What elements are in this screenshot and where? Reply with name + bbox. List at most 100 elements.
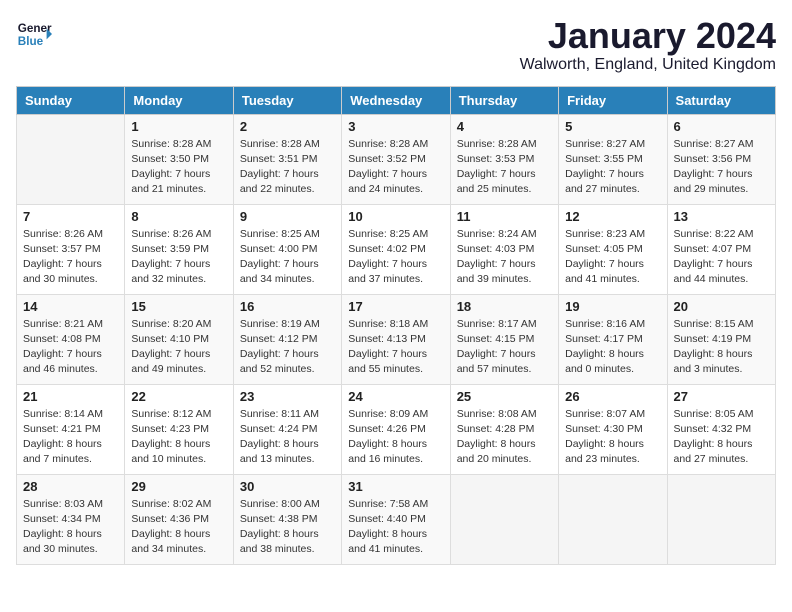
calendar-cell: 7Sunrise: 8:26 AMSunset: 3:57 PMDaylight… bbox=[17, 204, 125, 294]
day-number: 3 bbox=[348, 119, 443, 134]
day-number: 24 bbox=[348, 389, 443, 404]
day-info: Sunrise: 8:22 AMSunset: 4:07 PMDaylight:… bbox=[674, 227, 769, 288]
day-info: Sunrise: 8:18 AMSunset: 4:13 PMDaylight:… bbox=[348, 317, 443, 378]
header-saturday: Saturday bbox=[667, 86, 775, 114]
location-title: Walworth, England, United Kingdom bbox=[520, 56, 776, 74]
calendar-cell: 23 Sunrise: 8:11 AMSunset: 4:24 PMDayligh… bbox=[233, 384, 341, 474]
week-row-5: 28Sunrise: 8:03 AMSunset: 4:34 PMDayligh… bbox=[17, 474, 776, 564]
day-info: Sunrise: 8:26 AMSunset: 3:59 PMDaylight:… bbox=[131, 227, 226, 288]
day-number: 13 bbox=[674, 209, 769, 224]
day-info: Sunrise: 8:12 AMSunset: 4:23 PMDaylight:… bbox=[131, 407, 226, 468]
day-info: Sunrise: 8:17 AMSunset: 4:15 PMDaylight:… bbox=[457, 317, 552, 378]
day-number: 26 bbox=[565, 389, 660, 404]
day-info: Sunrise: 8:11 AMSunset: 4:24 PMDaylight:… bbox=[240, 407, 335, 468]
day-info: Sunrise: 8:00 AMSunset: 4:38 PMDaylight:… bbox=[240, 497, 335, 558]
header-tuesday: Tuesday bbox=[233, 86, 341, 114]
calendar-cell bbox=[450, 474, 558, 564]
day-info: Sunrise: 8:05 AMSunset: 4:32 PMDaylight:… bbox=[674, 407, 769, 468]
header-wednesday: Wednesday bbox=[342, 86, 450, 114]
month-title: January 2024 bbox=[520, 16, 776, 56]
day-number: 16 bbox=[240, 299, 335, 314]
calendar-cell: 2 Sunrise: 8:28 AMSunset: 3:51 PMDaylight… bbox=[233, 114, 341, 204]
day-number: 22 bbox=[131, 389, 226, 404]
day-number: 20 bbox=[674, 299, 769, 314]
week-row-4: 21 Sunrise: 8:14 AMSunset: 4:21 PMDayligh… bbox=[17, 384, 776, 474]
day-number: 19 bbox=[565, 299, 660, 314]
day-info: Sunrise: 8:19 AMSunset: 4:12 PMDaylight:… bbox=[240, 317, 335, 378]
calendar-cell: 6Sunrise: 8:27 AMSunset: 3:56 PMDaylight… bbox=[667, 114, 775, 204]
day-number: 10 bbox=[348, 209, 443, 224]
day-number: 17 bbox=[348, 299, 443, 314]
calendar-cell: 13 Sunrise: 8:22 AMSunset: 4:07 PMDayligh… bbox=[667, 204, 775, 294]
calendar-cell: 10 Sunrise: 8:25 AMSunset: 4:02 PMDayligh… bbox=[342, 204, 450, 294]
calendar-cell: 3 Sunrise: 8:28 AMSunset: 3:52 PMDaylight… bbox=[342, 114, 450, 204]
calendar-cell: 29Sunrise: 8:02 AMSunset: 4:36 PMDayligh… bbox=[125, 474, 233, 564]
day-number: 11 bbox=[457, 209, 552, 224]
calendar-cell: 12Sunrise: 8:23 AMSunset: 4:05 PMDayligh… bbox=[559, 204, 667, 294]
calendar-cell: 8 Sunrise: 8:26 AMSunset: 3:59 PMDaylight… bbox=[125, 204, 233, 294]
day-number: 4 bbox=[457, 119, 552, 134]
svg-text:Blue: Blue bbox=[18, 35, 44, 48]
day-number: 28 bbox=[23, 479, 118, 494]
day-number: 23 bbox=[240, 389, 335, 404]
day-info: Sunrise: 8:14 AMSunset: 4:21 PMDaylight:… bbox=[23, 407, 118, 468]
day-number: 12 bbox=[565, 209, 660, 224]
header-monday: Monday bbox=[125, 86, 233, 114]
calendar-cell bbox=[559, 474, 667, 564]
calendar-cell bbox=[17, 114, 125, 204]
day-number: 9 bbox=[240, 209, 335, 224]
header-thursday: Thursday bbox=[450, 86, 558, 114]
day-info: Sunrise: 8:28 AMSunset: 3:50 PMDaylight:… bbox=[131, 137, 226, 198]
calendar-cell: 28Sunrise: 8:03 AMSunset: 4:34 PMDayligh… bbox=[17, 474, 125, 564]
calendar-cell: 27Sunrise: 8:05 AMSunset: 4:32 PMDayligh… bbox=[667, 384, 775, 474]
day-number: 2 bbox=[240, 119, 335, 134]
day-number: 31 bbox=[348, 479, 443, 494]
day-number: 30 bbox=[240, 479, 335, 494]
day-number: 29 bbox=[131, 479, 226, 494]
day-number: 5 bbox=[565, 119, 660, 134]
calendar-cell: 15 Sunrise: 8:20 AMSunset: 4:10 PMDayligh… bbox=[125, 294, 233, 384]
calendar-cell: 22 Sunrise: 8:12 AMSunset: 4:23 PMDayligh… bbox=[125, 384, 233, 474]
week-row-1: 1 Sunrise: 8:28 AMSunset: 3:50 PMDaylight… bbox=[17, 114, 776, 204]
calendar-cell: 17 Sunrise: 8:18 AMSunset: 4:13 PMDayligh… bbox=[342, 294, 450, 384]
calendar-cell: 26Sunrise: 8:07 AMSunset: 4:30 PMDayligh… bbox=[559, 384, 667, 474]
day-number: 1 bbox=[131, 119, 226, 134]
day-info: Sunrise: 8:27 AMSunset: 3:55 PMDaylight:… bbox=[565, 137, 660, 198]
logo-icon: General Blue bbox=[16, 16, 52, 52]
day-info: Sunrise: 8:28 AMSunset: 3:51 PMDaylight:… bbox=[240, 137, 335, 198]
calendar-cell bbox=[667, 474, 775, 564]
day-number: 15 bbox=[131, 299, 226, 314]
calendar-cell: 20Sunrise: 8:15 AMSunset: 4:19 PMDayligh… bbox=[667, 294, 775, 384]
header-sunday: Sunday bbox=[17, 86, 125, 114]
calendar-cell: 11Sunrise: 8:24 AMSunset: 4:03 PMDayligh… bbox=[450, 204, 558, 294]
calendar-cell: 30 Sunrise: 8:00 AMSunset: 4:38 PMDayligh… bbox=[233, 474, 341, 564]
day-info: Sunrise: 8:26 AMSunset: 3:57 PMDaylight:… bbox=[23, 227, 118, 288]
day-number: 6 bbox=[674, 119, 769, 134]
day-info: Sunrise: 8:09 AMSunset: 4:26 PMDaylight:… bbox=[348, 407, 443, 468]
calendar-header-row: SundayMondayTuesdayWednesdayThursdayFrid… bbox=[17, 86, 776, 114]
day-info: Sunrise: 8:25 AMSunset: 4:00 PMDaylight:… bbox=[240, 227, 335, 288]
calendar-cell: 25Sunrise: 8:08 AMSunset: 4:28 PMDayligh… bbox=[450, 384, 558, 474]
calendar-cell: 16 Sunrise: 8:19 AMSunset: 4:12 PMDayligh… bbox=[233, 294, 341, 384]
day-info: Sunrise: 8:20 AMSunset: 4:10 PMDaylight:… bbox=[131, 317, 226, 378]
calendar-cell: 24 Sunrise: 8:09 AMSunset: 4:26 PMDayligh… bbox=[342, 384, 450, 474]
calendar-cell: 21 Sunrise: 8:14 AMSunset: 4:21 PMDayligh… bbox=[17, 384, 125, 474]
day-info: Sunrise: 8:28 AMSunset: 3:52 PMDaylight:… bbox=[348, 137, 443, 198]
day-info: Sunrise: 8:28 AMSunset: 3:53 PMDaylight:… bbox=[457, 137, 552, 198]
day-number: 21 bbox=[23, 389, 118, 404]
page-header: General Blue January 2024 Walworth, Engl… bbox=[16, 16, 776, 74]
calendar-table: SundayMondayTuesdayWednesdayThursdayFrid… bbox=[16, 86, 776, 565]
week-row-2: 7Sunrise: 8:26 AMSunset: 3:57 PMDaylight… bbox=[17, 204, 776, 294]
day-info: Sunrise: 8:21 AMSunset: 4:08 PMDaylight:… bbox=[23, 317, 118, 378]
calendar-cell: 31 Sunrise: 7:58 AMSunset: 4:40 PMDayligh… bbox=[342, 474, 450, 564]
day-info: Sunrise: 7:58 AMSunset: 4:40 PMDaylight:… bbox=[348, 497, 443, 558]
day-number: 8 bbox=[131, 209, 226, 224]
day-number: 14 bbox=[23, 299, 118, 314]
header-friday: Friday bbox=[559, 86, 667, 114]
calendar-cell: 9 Sunrise: 8:25 AMSunset: 4:00 PMDaylight… bbox=[233, 204, 341, 294]
calendar-cell: 19 Sunrise: 8:16 AMSunset: 4:17 PMDayligh… bbox=[559, 294, 667, 384]
day-info: Sunrise: 8:25 AMSunset: 4:02 PMDaylight:… bbox=[348, 227, 443, 288]
day-info: Sunrise: 8:16 AMSunset: 4:17 PMDaylight:… bbox=[565, 317, 660, 378]
logo: General Blue bbox=[16, 16, 52, 52]
calendar-cell: 14 Sunrise: 8:21 AMSunset: 4:08 PMDayligh… bbox=[17, 294, 125, 384]
